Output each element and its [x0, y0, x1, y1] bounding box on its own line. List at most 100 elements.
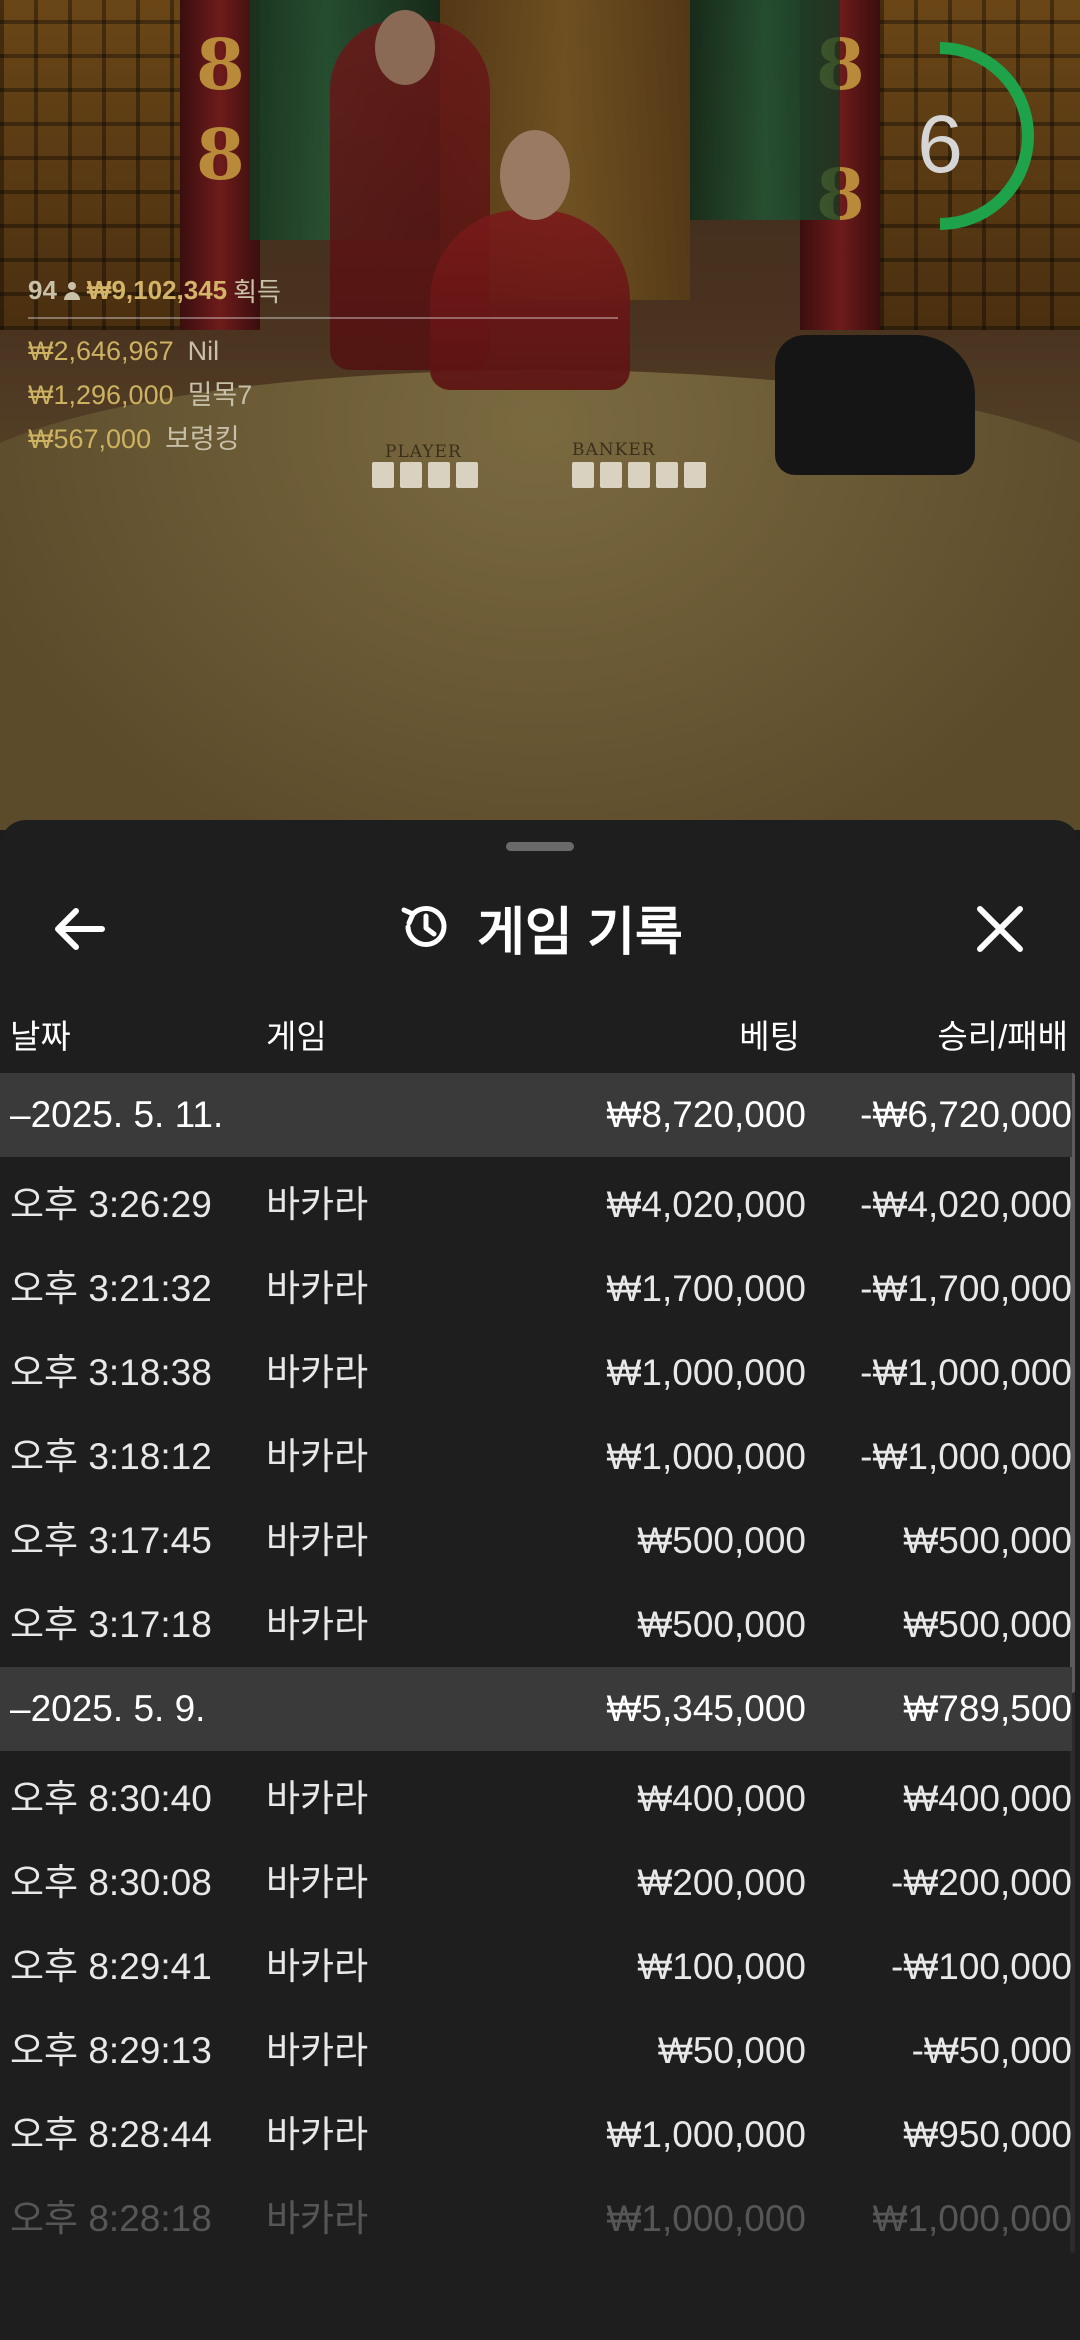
dealer-head [500, 130, 570, 220]
row-game: 바카라 [266, 2030, 369, 2071]
history-row[interactable]: 오후 3:21:32 바카라 ₩1,700,000 -₩1,700,000 [0, 1247, 1072, 1331]
row-time: 오후 3:18:12 [10, 1436, 212, 1477]
history-row[interactable]: 오후 8:28:18 바카라 ₩1,000,000 ₩1,000,000 [0, 2177, 1072, 2261]
sheet-title-group: 게임 기록 [0, 892, 1080, 962]
history-row[interactable]: 오후 3:17:45 바카라 ₩500,000 ₩500,000 [0, 1499, 1072, 1583]
curtain-right [690, 0, 840, 220]
row-time: 오후 3:17:45 [10, 1520, 212, 1561]
row-time: 오후 8:30:40 [10, 1778, 212, 1819]
row-time: 오후 3:26:29 [10, 1184, 212, 1225]
row-game: 바카라 [266, 2114, 369, 2155]
row-bet: ₩1,000,000 [606, 1352, 806, 1393]
history-icon [401, 905, 447, 947]
row-bet: ₩50,000 [657, 2030, 806, 2071]
group-result-total: -₩6,720,000 [860, 1094, 1072, 1135]
column-header-result: 승리/패배 [937, 1018, 1068, 1055]
date-group-row[interactable]: –2025. 5. 11. ₩8,720,000 -₩6,720,000 [0, 1073, 1072, 1157]
winner-row: ₩567,000 보령킹 [28, 417, 618, 461]
row-result: ₩500,000 [903, 1604, 1072, 1645]
history-list: –2025. 5. 11. ₩8,720,000 -₩6,720,000 오후 … [0, 1073, 1072, 2261]
history-row[interactable]: 오후 8:29:13 바카라 ₩50,000 -₩50,000 [0, 2009, 1072, 2093]
group-bet-total: ₩8,720,000 [606, 1094, 806, 1135]
divider [28, 317, 618, 319]
row-game: 바카라 [266, 1268, 369, 1309]
row-bet: ₩500,000 [637, 1520, 806, 1561]
total-won-amount: ₩9,102,345 [86, 275, 228, 305]
history-row[interactable]: 오후 3:18:38 바카라 ₩1,000,000 -₩1,000,000 [0, 1331, 1072, 1415]
row-time: 오후 8:28:44 [10, 2114, 212, 2155]
winner-amount: ₩567,000 [28, 424, 152, 454]
history-row[interactable]: 오후 8:30:08 바카라 ₩200,000 -₩200,000 [0, 1841, 1072, 1925]
group-bet-total: ₩5,345,000 [606, 1688, 806, 1729]
history-row[interactable]: 오후 8:30:40 바카라 ₩400,000 ₩400,000 [0, 1757, 1072, 1841]
row-game: 바카라 [266, 1352, 369, 1393]
row-game: 바카라 [266, 1778, 369, 1819]
host-head [375, 10, 435, 85]
winner-row: ₩1,296,000 밀목7 [28, 373, 618, 417]
row-game: 바카라 [266, 1436, 369, 1477]
row-time: 오후 3:18:38 [10, 1352, 212, 1393]
decor-eight: 8 [196, 113, 245, 196]
sheet-drag-handle[interactable] [506, 842, 574, 851]
countdown-value: 6 [917, 99, 963, 190]
row-bet: ₩4,020,000 [606, 1184, 806, 1225]
row-time: 오후 3:17:18 [10, 1604, 212, 1645]
row-result: -₩1,700,000 [860, 1268, 1072, 1309]
row-result: ₩500,000 [903, 1520, 1072, 1561]
row-game: 바카라 [266, 1604, 369, 1645]
player-card [456, 462, 478, 488]
group-result-total: ₩789,500 [903, 1688, 1072, 1729]
row-result: ₩1,000,000 [872, 2198, 1072, 2239]
row-bet: ₩1,700,000 [606, 1268, 806, 1309]
player-card [428, 462, 450, 488]
row-game: 바카라 [266, 1946, 369, 1987]
winner-row: ₩2,646,967 Nil [28, 329, 618, 373]
row-result: -₩200,000 [891, 1862, 1072, 1903]
column-header-game: 게임 [266, 1018, 327, 1055]
history-row[interactable]: 오후 3:17:18 바카라 ₩500,000 ₩500,000 [0, 1583, 1072, 1667]
row-time: 오후 8:29:13 [10, 2030, 212, 2071]
row-bet: ₩1,000,000 [606, 2114, 806, 2155]
player-card [400, 462, 422, 488]
row-bet: ₩100,000 [637, 1946, 806, 1987]
row-bet: ₩1,000,000 [606, 1436, 806, 1477]
banker-card [600, 462, 622, 488]
row-result: -₩50,000 [911, 2030, 1072, 2071]
player-count: 94 [28, 275, 57, 305]
winner-amount: ₩1,296,000 [28, 380, 174, 410]
player-count-row: 94 ₩9,102,345 획득 [28, 272, 618, 309]
row-bet: ₩400,000 [637, 1778, 806, 1819]
banker-card [628, 462, 650, 488]
row-result: -₩4,020,000 [860, 1184, 1072, 1225]
winners-overlay: 94 ₩9,102,345 획득 ₩2,646,967 Nil ₩1,296,0… [28, 272, 618, 461]
row-time: 오후 8:29:41 [10, 1946, 212, 1987]
sheet-title: 게임 기록 [477, 903, 683, 962]
history-row[interactable]: 오후 3:26:29 바카라 ₩4,020,000 -₩4,020,000 [0, 1163, 1072, 1247]
person-icon [63, 281, 81, 300]
row-result: -₩100,000 [891, 1946, 1072, 1987]
row-time: 오후 3:21:32 [10, 1268, 212, 1309]
close-icon [977, 906, 1023, 952]
date-group-row[interactable]: –2025. 5. 9. ₩5,345,000 ₩789,500 [0, 1667, 1072, 1751]
history-row[interactable]: 오후 3:18:12 바카라 ₩1,000,000 -₩1,000,000 [0, 1415, 1072, 1499]
group-date: –2025. 5. 9. [10, 1688, 206, 1729]
row-game: 바카라 [266, 1862, 369, 1903]
winner-name: 보령킹 [165, 424, 240, 454]
card-shoe [775, 335, 975, 475]
close-button[interactable] [960, 894, 1040, 964]
banker-card [572, 462, 594, 488]
player-card [372, 462, 394, 488]
history-row[interactable]: 오후 8:29:41 바카라 ₩100,000 -₩100,000 [0, 1925, 1072, 2009]
row-result: -₩1,000,000 [860, 1352, 1072, 1393]
winner-amount: ₩2,646,967 [28, 336, 174, 366]
banker-card [684, 462, 706, 488]
decor-eight: 8 [196, 23, 245, 106]
row-bet: ₩1,000,000 [606, 2198, 806, 2239]
history-row[interactable]: 오후 8:28:44 바카라 ₩1,000,000 ₩950,000 [0, 2093, 1072, 2177]
winner-name: 밀목7 [187, 380, 253, 410]
total-won-suffix: 획득 [233, 277, 281, 307]
winner-name: Nil [187, 336, 220, 366]
column-header-date: 날짜 [10, 1018, 71, 1055]
row-game: 바카라 [266, 1520, 369, 1561]
banker-card [656, 462, 678, 488]
